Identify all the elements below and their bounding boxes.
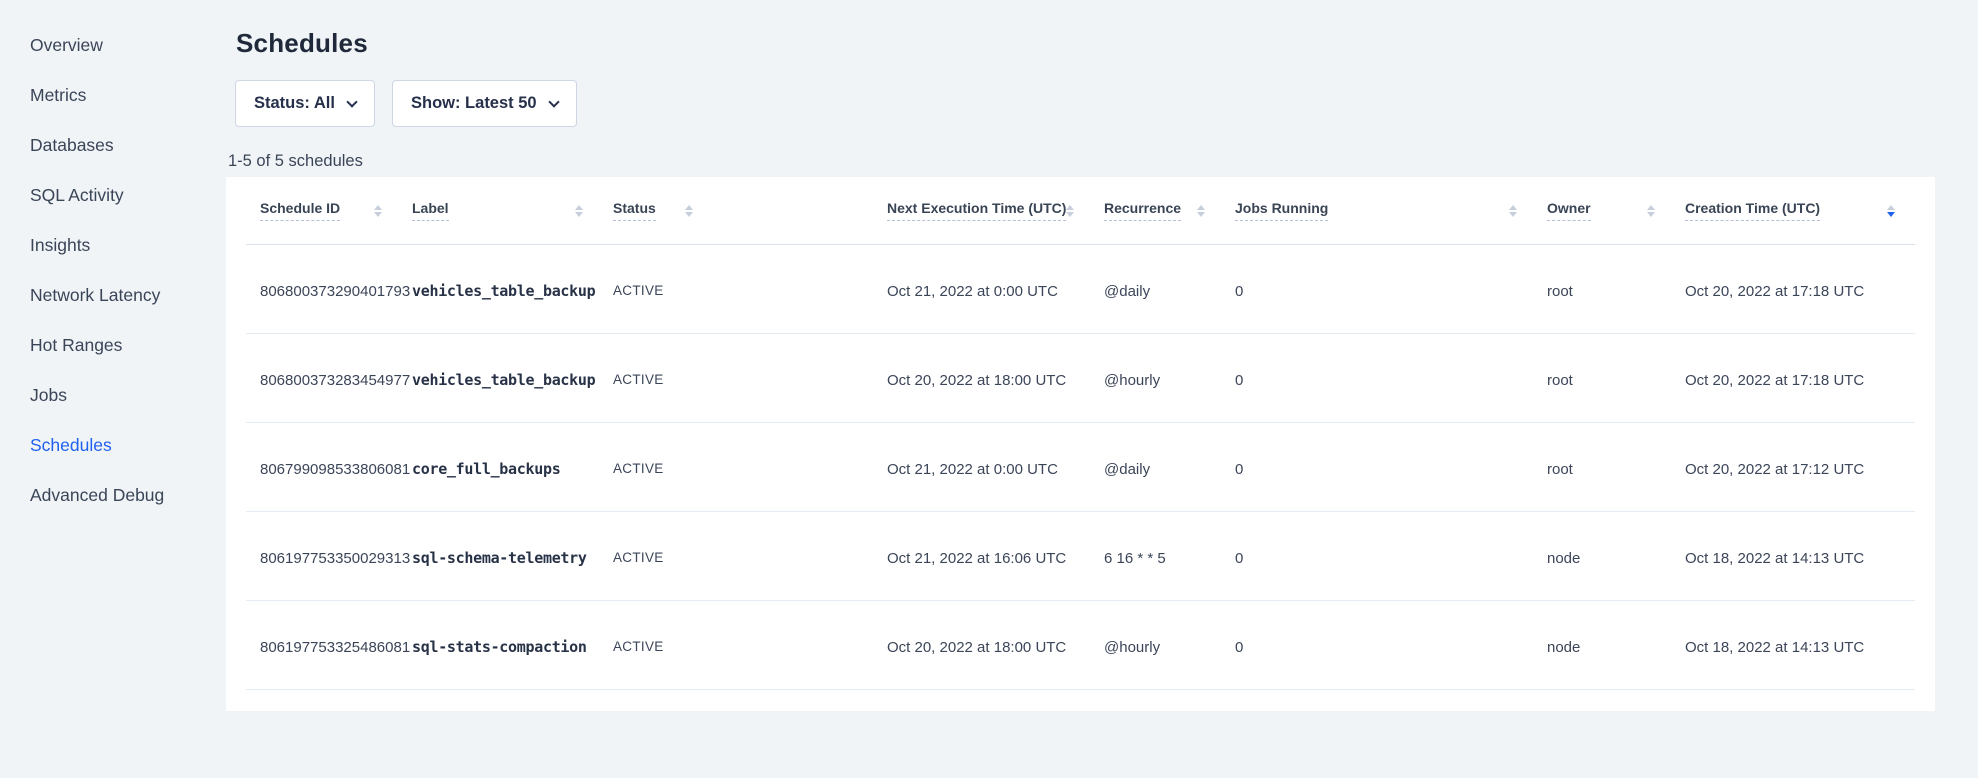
table-row[interactable]: 806799098533806081 core_full_backups ACT… [246, 423, 1915, 512]
sort-icon [374, 205, 382, 217]
cell-jobs-running: 0 [1235, 550, 1547, 567]
cell-owner: root [1547, 461, 1685, 478]
cell-status: ACTIVE [613, 639, 887, 654]
cell-status: ACTIVE [613, 283, 887, 298]
cell-schedule-id: 806800373290401793 [246, 283, 412, 300]
sort-icon [1647, 205, 1655, 217]
sidebar-item-advanced-debug[interactable]: Advanced Debug [0, 470, 226, 520]
cell-label: sql-stats-compaction [412, 638, 613, 656]
column-header-label: Recurrence [1104, 200, 1181, 221]
cell-owner: root [1547, 372, 1685, 389]
cell-recurrence: @daily [1104, 283, 1235, 300]
sidebar-nav: Overview Metrics Databases SQL Activity … [0, 20, 226, 520]
column-header-label: Schedule ID [260, 200, 340, 221]
cell-next-execution-time: Oct 21, 2022 at 0:00 UTC [887, 283, 1104, 300]
cell-label: core_full_backups [412, 460, 613, 478]
sidebar-item-jobs[interactable]: Jobs [0, 370, 226, 420]
sidebar-item-overview[interactable]: Overview [0, 20, 226, 70]
table-row[interactable]: 806197753350029313 sql-schema-telemetry … [246, 512, 1915, 601]
sort-icon [1887, 205, 1895, 217]
cell-creation-time: Oct 20, 2022 at 17:12 UTC [1685, 461, 1915, 478]
sort-icon [1197, 205, 1205, 217]
sidebar-item-databases[interactable]: Databases [0, 120, 226, 170]
chevron-down-icon [346, 96, 357, 107]
column-header-label[interactable]: Label [412, 200, 613, 221]
cell-jobs-running: 0 [1235, 283, 1547, 300]
cell-creation-time: Oct 20, 2022 at 17:18 UTC [1685, 372, 1915, 389]
cell-next-execution-time: Oct 20, 2022 at 18:00 UTC [887, 372, 1104, 389]
cell-recurrence: @hourly [1104, 639, 1235, 656]
sidebar-item-metrics[interactable]: Metrics [0, 70, 226, 120]
column-header-status[interactable]: Status [613, 200, 887, 221]
db-console-schedules-page: Overview Metrics Databases SQL Activity … [0, 0, 1978, 778]
cell-schedule-id: 806197753325486081 [246, 639, 412, 656]
table-body: 806800373290401793 vehicles_table_backup… [226, 245, 1935, 690]
sidebar-item-sql-activity[interactable]: SQL Activity [0, 170, 226, 220]
cell-label: vehicles_table_backup [412, 371, 613, 389]
show-filter-label: Show: Latest 50 [411, 94, 537, 113]
chevron-down-icon [548, 96, 559, 107]
column-header-recurrence[interactable]: Recurrence [1104, 200, 1235, 221]
cell-creation-time: Oct 18, 2022 at 14:13 UTC [1685, 639, 1915, 656]
sidebar-item-insights[interactable]: Insights [0, 220, 226, 270]
column-header-label: Status [613, 200, 656, 221]
cell-schedule-id: 806197753350029313 [246, 550, 412, 567]
column-header-label: Creation Time (UTC) [1685, 200, 1820, 221]
page-title: Schedules [236, 28, 1978, 59]
cell-status: ACTIVE [613, 550, 887, 565]
column-header-label: Owner [1547, 200, 1591, 221]
cell-label: sql-schema-telemetry [412, 549, 613, 567]
column-header-label: Label [412, 200, 449, 221]
table-row[interactable]: 806800373283454977 vehicles_table_backup… [246, 334, 1915, 423]
main-content: Schedules Status: All Show: Latest 50 1-… [226, 0, 1978, 778]
cell-next-execution-time: Oct 21, 2022 at 16:06 UTC [887, 550, 1104, 567]
cell-schedule-id: 806800373283454977 [246, 372, 412, 389]
cell-schedule-id: 806799098533806081 [246, 461, 412, 478]
cell-recurrence: @hourly [1104, 372, 1235, 389]
sort-icon [685, 205, 693, 217]
show-filter-dropdown[interactable]: Show: Latest 50 [392, 80, 577, 127]
filters-bar: Status: All Show: Latest 50 [235, 80, 1978, 127]
column-header-jobs-running[interactable]: Jobs Running [1235, 200, 1547, 221]
cell-owner: node [1547, 550, 1685, 567]
cell-creation-time: Oct 20, 2022 at 17:18 UTC [1685, 283, 1915, 300]
cell-jobs-running: 0 [1235, 461, 1547, 478]
sort-icon [1509, 205, 1517, 217]
cell-status: ACTIVE [613, 372, 887, 387]
status-filter-dropdown[interactable]: Status: All [235, 80, 375, 127]
table-row[interactable]: 806800373290401793 vehicles_table_backup… [246, 245, 1915, 334]
cell-creation-time: Oct 18, 2022 at 14:13 UTC [1685, 550, 1915, 567]
cell-owner: node [1547, 639, 1685, 656]
table-header-row: Schedule ID Label Status Next Execution … [246, 177, 1915, 245]
column-header-owner[interactable]: Owner [1547, 200, 1685, 221]
sidebar-item-network-latency[interactable]: Network Latency [0, 270, 226, 320]
status-filter-label: Status: All [254, 94, 335, 113]
cell-recurrence: 6 16 * * 5 [1104, 550, 1235, 567]
table-row[interactable]: 806197753325486081 sql-stats-compaction … [246, 601, 1915, 690]
schedules-table-panel: Schedule ID Label Status Next Execution … [226, 177, 1935, 711]
sort-icon [1066, 205, 1074, 217]
column-header-creation-time[interactable]: Creation Time (UTC) [1685, 200, 1915, 221]
column-header-schedule-id[interactable]: Schedule ID [246, 200, 412, 221]
cell-label: vehicles_table_backup [412, 282, 613, 300]
results-summary: 1-5 of 5 schedules [228, 152, 1978, 171]
sidebar-item-hot-ranges[interactable]: Hot Ranges [0, 320, 226, 370]
sidebar: Overview Metrics Databases SQL Activity … [0, 0, 226, 778]
cell-next-execution-time: Oct 20, 2022 at 18:00 UTC [887, 639, 1104, 656]
cell-next-execution-time: Oct 21, 2022 at 0:00 UTC [887, 461, 1104, 478]
sidebar-item-schedules[interactable]: Schedules [0, 420, 226, 470]
column-header-label: Next Execution Time (UTC) [887, 200, 1066, 221]
cell-jobs-running: 0 [1235, 372, 1547, 389]
cell-status: ACTIVE [613, 461, 887, 476]
column-header-next-execution-time[interactable]: Next Execution Time (UTC) [887, 200, 1104, 221]
cell-owner: root [1547, 283, 1685, 300]
column-header-label: Jobs Running [1235, 200, 1328, 221]
cell-recurrence: @daily [1104, 461, 1235, 478]
cell-jobs-running: 0 [1235, 639, 1547, 656]
sort-icon [575, 205, 583, 217]
